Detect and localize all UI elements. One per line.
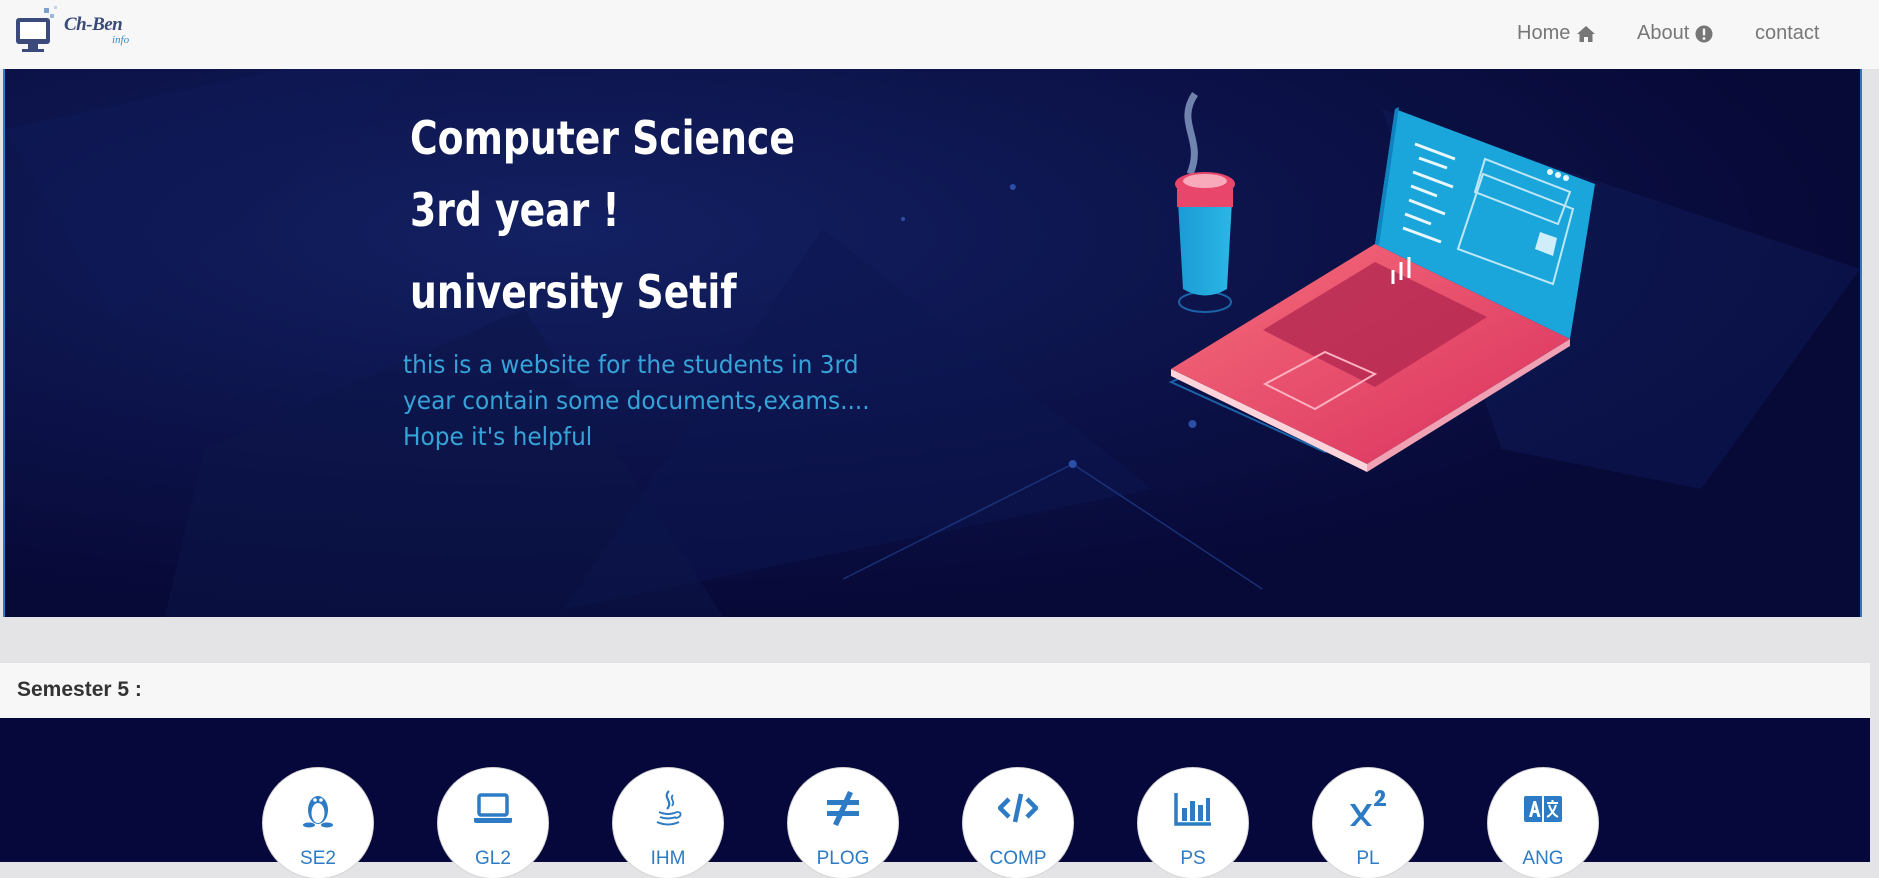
- java-icon: [656, 790, 682, 826]
- subject-ang-label: ANG: [1522, 848, 1564, 869]
- not-equal-icon: [827, 791, 859, 826]
- hero-title-line2: 3rd year !: [410, 183, 620, 237]
- subject-gl2-label: GL2: [475, 848, 511, 869]
- nav-contact-link[interactable]: contact: [1755, 22, 1819, 45]
- subject-comp-label: COMP: [989, 848, 1047, 869]
- semester-label: Semester 5 :: [17, 678, 142, 701]
- language-icon: [1524, 796, 1562, 822]
- nav-about-label: About: [1637, 22, 1690, 44]
- bar-chart-icon: [1174, 793, 1211, 826]
- hero-title-line1: Computer Science: [410, 111, 795, 165]
- superscript-icon: [1350, 790, 1386, 826]
- hero-title-line3: university Setif: [410, 265, 737, 319]
- laptop-icon: [474, 793, 512, 823]
- nav-about-link[interactable]: About: [1637, 22, 1713, 45]
- subject-ps-label: PS: [1180, 848, 1206, 869]
- laptop-coffee-illustration: [1168, 92, 1595, 472]
- monitor-logo-icon: [16, 6, 57, 52]
- hero-description-line2: year contain some documents,exams....: [403, 386, 870, 415]
- hero-description: this is a website for the students in 3r…: [403, 347, 870, 455]
- navbar: Ch-Ben info Home About contact: [0, 0, 1879, 70]
- subject-se2-label: SE2: [300, 848, 336, 869]
- code-icon: [998, 793, 1038, 823]
- hero-description-line1: this is a website for the students in 3r…: [403, 350, 859, 379]
- site-logo[interactable]: Ch-Ben info: [14, 2, 132, 54]
- subject-plog-label: PLOG: [816, 848, 870, 869]
- home-icon: [1577, 25, 1596, 42]
- hero-description-line3: Hope it's helpful: [403, 422, 593, 451]
- nav-home-link[interactable]: Home: [1517, 22, 1596, 45]
- subject-ihm-label: IHM: [650, 848, 686, 869]
- hero-banner: Computer Science 3rd year ! university S…: [3, 69, 1862, 617]
- linux-icon: [303, 796, 333, 828]
- info-circle-icon: [1695, 25, 1713, 42]
- nav-contact-label: contact: [1755, 22, 1820, 44]
- subject-pl-label: PL: [1356, 848, 1380, 869]
- subjects-panel: SE2 GL2 IHM PLOG COMP PS PL ANG: [0, 718, 1870, 878]
- logo-subtext: info: [112, 34, 130, 46]
- semester-header: Semester 5 :: [0, 662, 1870, 719]
- logo-text: Ch-Ben: [64, 14, 123, 35]
- nav-home-label: Home: [1517, 22, 1571, 44]
